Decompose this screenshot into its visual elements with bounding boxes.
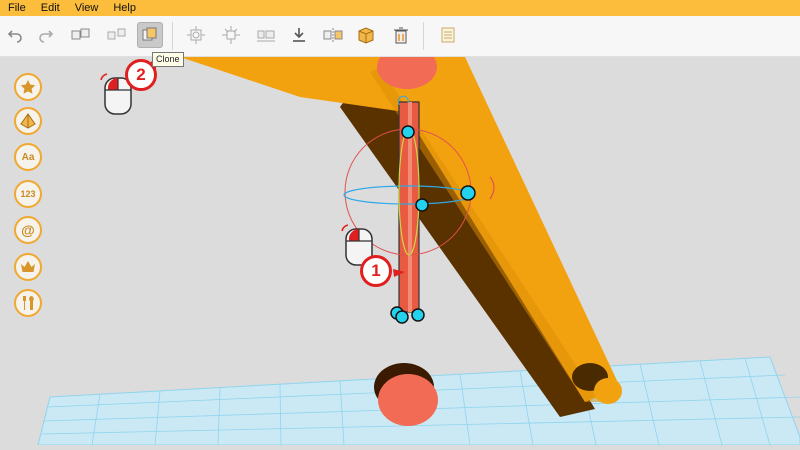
callout-step-1: 1 <box>360 255 392 287</box>
sidebar-item-numbers[interactable]: 123 <box>14 180 42 208</box>
delete-button[interactable] <box>388 22 414 48</box>
ungroup-icon <box>107 28 126 40</box>
ungroup-button[interactable] <box>104 22 130 48</box>
drop-to-platform-button[interactable] <box>286 22 312 48</box>
sidebar-item-crown[interactable] <box>14 253 42 281</box>
3d-viewport[interactable]: Aa 123 @ 1 2 <box>0 45 800 446</box>
menu-help[interactable]: Help <box>105 0 143 16</box>
gizmo-handle[interactable] <box>460 185 476 201</box>
toolbar-separator <box>172 22 173 50</box>
sidebar-item-text[interactable]: Aa <box>14 143 42 171</box>
crown-icon <box>21 261 35 272</box>
group-button[interactable] <box>68 22 94 48</box>
group-icon <box>71 28 90 40</box>
mirror-button[interactable] <box>320 22 346 48</box>
sidebar-item-shapes[interactable] <box>14 107 42 135</box>
distribute-button[interactable] <box>218 22 244 48</box>
clone-tooltip: Clone <box>152 52 184 67</box>
gizmo-handle[interactable] <box>395 310 409 324</box>
layout-icon <box>257 30 275 42</box>
undo-button[interactable] <box>2 22 28 48</box>
tools-icon <box>23 296 34 310</box>
undo-icon <box>7 30 22 43</box>
star-icon <box>20 80 36 94</box>
redo-icon <box>39 30 54 43</box>
menu-view[interactable]: View <box>67 0 106 16</box>
text-icon: Aa <box>21 151 35 163</box>
pyramid-icon <box>20 113 36 129</box>
box-icon <box>358 27 374 44</box>
layout-button[interactable] <box>253 22 279 48</box>
gizmo-handle[interactable] <box>401 125 415 139</box>
menu-file[interactable]: File <box>0 0 33 16</box>
delete-icon <box>394 27 408 44</box>
align-button[interactable] <box>183 22 209 48</box>
gizmo-handle[interactable] <box>415 198 429 212</box>
sidebar-item-tools[interactable] <box>14 289 42 317</box>
scene-canvas[interactable] <box>0 45 800 446</box>
sidebar-item-symbols[interactable]: @ <box>14 216 42 244</box>
toolbar <box>0 16 800 57</box>
toolbar-separator <box>423 22 424 50</box>
drop-to-platform-icon <box>293 28 305 42</box>
numbers-icon: 123 <box>20 189 36 199</box>
menu-edit[interactable]: Edit <box>33 0 67 16</box>
at-symbol-icon: @ <box>21 222 35 238</box>
distribute-icon <box>222 26 240 44</box>
clone-icon <box>142 27 157 41</box>
mirror-icon <box>323 28 343 42</box>
gizmo-handle[interactable] <box>411 308 425 322</box>
align-icon <box>187 26 205 44</box>
sidebar-item-favorites[interactable] <box>14 73 42 101</box>
menu-bar: File Edit View Help <box>0 0 800 16</box>
notes-icon <box>441 27 455 43</box>
notes-button[interactable] <box>435 22 461 48</box>
box-button[interactable] <box>353 22 379 48</box>
clone-button[interactable] <box>137 22 163 48</box>
redo-button[interactable] <box>33 22 59 48</box>
